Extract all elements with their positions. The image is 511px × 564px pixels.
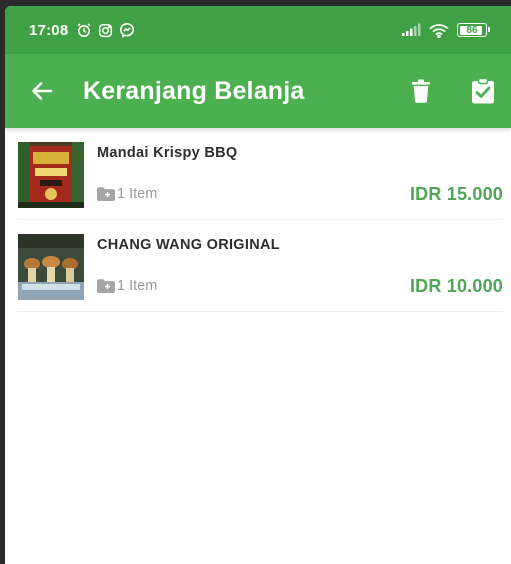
device-frame: 17:08 86 Keranjang Belanja Mandai Krispy… <box>0 0 511 564</box>
clipboard-check-icon <box>472 78 494 104</box>
status-system-icons: 86 <box>401 23 490 38</box>
battery-icon: 86 <box>457 23 490 37</box>
page-title: Keranjang Belanja <box>83 76 305 105</box>
app-bar-actions <box>407 76 497 106</box>
item-name: CHANG WANG ORIGINAL <box>97 237 280 253</box>
app-screen: 17:08 86 Keranjang Belanja Mandai Krispy… <box>5 6 511 564</box>
status-time: 17:08 <box>29 21 69 39</box>
item-quantity: 1 Item <box>97 186 157 202</box>
item-price: IDR 10.000 <box>409 276 503 296</box>
item-quantity: 1 Item <box>97 278 157 294</box>
folder-add-icon <box>97 187 115 201</box>
cart-item[interactable]: CHANG WANG ORIGINAL 1 Item IDR 10.000 <box>17 220 503 312</box>
item-quantity-label: 1 Item <box>117 278 158 294</box>
signal-icon <box>401 23 421 37</box>
alarm-icon <box>76 22 92 38</box>
status-bar: 17:08 86 <box>5 6 511 54</box>
cart-list: Mandai Krispy BBQ 1 Item IDR 15.000 CHAN… <box>5 128 511 312</box>
trash-icon <box>412 79 430 103</box>
item-name: Mandai Krispy BBQ <box>97 145 238 161</box>
item-quantity-label: 1 Item <box>117 186 158 202</box>
product-image <box>18 142 84 208</box>
product-image <box>18 234 84 300</box>
back-button[interactable] <box>27 76 57 106</box>
instagram-icon <box>98 23 113 38</box>
status-notification-icons <box>76 22 135 38</box>
messenger-icon <box>119 22 135 38</box>
app-bar: Keranjang Belanja <box>5 54 511 128</box>
arrow-left-icon <box>32 82 53 100</box>
delete-button[interactable] <box>407 76 435 106</box>
folder-add-icon <box>97 279 115 293</box>
wifi-icon <box>429 23 449 38</box>
cart-item[interactable]: Mandai Krispy BBQ 1 Item IDR 15.000 <box>17 128 503 220</box>
checkout-button[interactable] <box>469 76 497 106</box>
item-price: IDR 15.000 <box>409 184 503 204</box>
battery-level: 86 <box>466 24 478 36</box>
